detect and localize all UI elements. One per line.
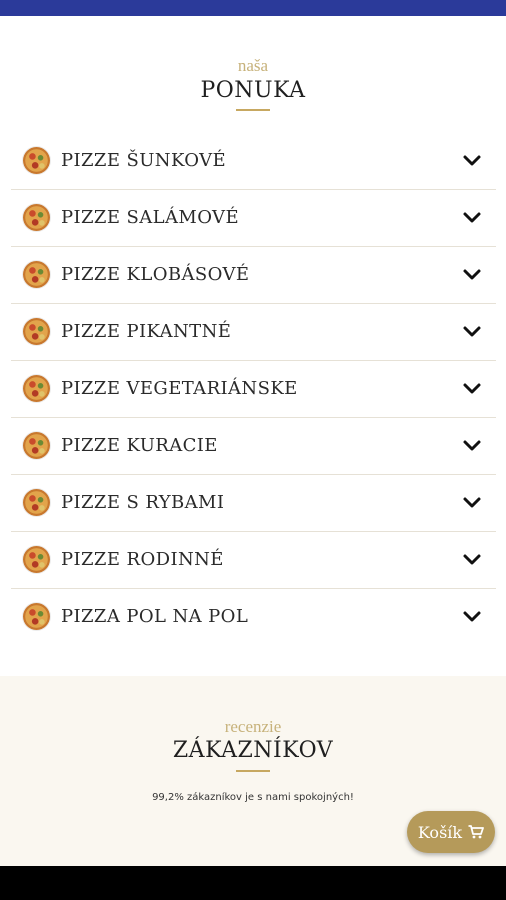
pizza-icon	[23, 489, 50, 516]
category-item-salamove[interactable]: PIZZE SALÁMOVÉ	[11, 190, 496, 247]
category-item-pikantne[interactable]: PIZZE PIKANTNÉ	[11, 304, 496, 361]
category-label: PIZZE PIKANTNÉ	[61, 321, 232, 342]
system-navigation-bar	[0, 866, 506, 900]
category-item-sunkove[interactable]: PIZZE ŠUNKOVÉ	[11, 133, 496, 190]
menu-title: PONUKA	[200, 78, 306, 103]
pizza-icon	[23, 204, 50, 231]
chevron-down-icon[interactable]	[462, 379, 482, 399]
category-label: PIZZE KLOBÁSOVÉ	[61, 264, 250, 285]
chevron-down-icon[interactable]	[462, 208, 482, 228]
pizza-category-list: PIZZE ŠUNKOVÉ PIZZE SALÁMOVÉ PIZZE KLOBÁ…	[11, 133, 496, 645]
chevron-down-icon[interactable]	[462, 265, 482, 285]
reviews-title-underline	[236, 770, 270, 772]
cart-label: Košík	[417, 822, 463, 842]
pizza-icon	[23, 546, 50, 573]
chevron-down-icon[interactable]	[462, 607, 482, 627]
category-label: PIZZE SALÁMOVÉ	[61, 207, 239, 228]
menu-kicker: naša	[237, 56, 269, 75]
chevron-down-icon[interactable]	[462, 322, 482, 342]
chevron-down-icon[interactable]	[462, 493, 482, 513]
category-item-vegetarianske[interactable]: PIZZE VEGETARIÁNSKE	[11, 361, 496, 418]
pizza-icon	[23, 603, 50, 630]
reviews-title: ZÁKAZNÍKOV	[172, 738, 334, 763]
reviews-subtitle: 99,2% zákazníkov je s nami spokojných!	[152, 792, 354, 803]
pizza-icon	[23, 318, 50, 345]
cart-icon	[468, 825, 484, 839]
pizza-icon	[23, 432, 50, 459]
chevron-down-icon[interactable]	[462, 550, 482, 570]
chevron-down-icon[interactable]	[462, 436, 482, 456]
category-label: PIZZE KURACIE	[61, 435, 218, 456]
pizza-icon	[23, 375, 50, 402]
reviews-kicker: recenzie	[224, 717, 282, 736]
pizza-icon	[23, 261, 50, 288]
category-label: PIZZE RODINNÉ	[61, 549, 224, 570]
category-label: PIZZE ŠUNKOVÉ	[61, 150, 227, 171]
category-label: PIZZE VEGETARIÁNSKE	[61, 378, 298, 399]
category-label: PIZZA POL NA POL	[61, 606, 249, 627]
category-label: PIZZE S RYBAMI	[61, 492, 225, 513]
category-item-kuracie[interactable]: PIZZE KURACIE	[11, 418, 496, 475]
category-item-pol-na-pol[interactable]: PIZZA POL NA POL	[11, 589, 496, 645]
title-underline	[236, 109, 270, 111]
category-item-s-rybami[interactable]: PIZZE S RYBAMI	[11, 475, 496, 532]
category-item-klobasove[interactable]: PIZZE KLOBÁSOVÉ	[11, 247, 496, 304]
pizza-icon	[23, 147, 50, 174]
category-item-rodinne[interactable]: PIZZE RODINNÉ	[11, 532, 496, 589]
status-bar	[0, 0, 506, 16]
chevron-down-icon[interactable]	[462, 151, 482, 171]
menu-header: naša PONUKA	[0, 56, 506, 111]
cart-button[interactable]: Košík	[407, 811, 495, 853]
